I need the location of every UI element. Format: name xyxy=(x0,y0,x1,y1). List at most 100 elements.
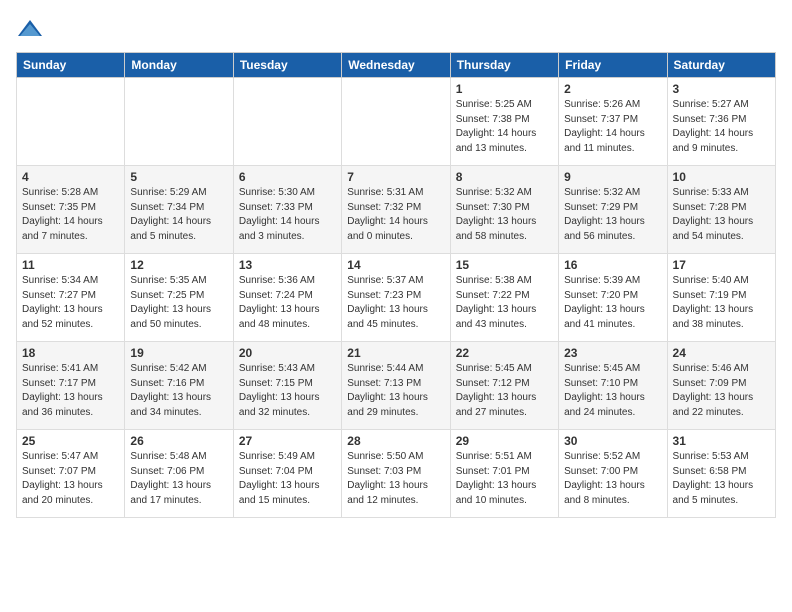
cell-info: Sunrise: 5:39 AM Sunset: 7:20 PM Dayligh… xyxy=(564,274,661,332)
day-number: 8 xyxy=(456,170,553,184)
day-number: 30 xyxy=(564,434,661,448)
weekday-header-saturday: Saturday xyxy=(667,53,775,78)
weekday-header-sunday: Sunday xyxy=(17,53,125,78)
cell-info: Sunrise: 5:26 AM Sunset: 7:37 PM Dayligh… xyxy=(564,98,661,156)
calendar-cell: 5 Sunrise: 5:29 AM Sunset: 7:34 PM Daylig… xyxy=(125,166,233,254)
day-number: 22 xyxy=(456,346,553,360)
cell-info: Sunrise: 5:46 AM Sunset: 7:09 PM Dayligh… xyxy=(673,362,770,420)
calendar-cell: 19 Sunrise: 5:42 AM Sunset: 7:16 PM Dayli… xyxy=(125,342,233,430)
day-number: 2 xyxy=(564,82,661,96)
day-number: 31 xyxy=(673,434,770,448)
calendar-cell: 27 Sunrise: 5:49 AM Sunset: 7:04 PM Dayli… xyxy=(233,430,341,518)
calendar-cell: 30 Sunrise: 5:52 AM Sunset: 7:00 PM Dayli… xyxy=(559,430,667,518)
calendar-cell: 7 Sunrise: 5:31 AM Sunset: 7:32 PM Daylig… xyxy=(342,166,450,254)
day-number: 18 xyxy=(22,346,119,360)
day-number: 13 xyxy=(239,258,336,272)
day-number: 7 xyxy=(347,170,444,184)
day-number: 28 xyxy=(347,434,444,448)
cell-info: Sunrise: 5:52 AM Sunset: 7:00 PM Dayligh… xyxy=(564,450,661,508)
weekday-header-friday: Friday xyxy=(559,53,667,78)
cell-info: Sunrise: 5:32 AM Sunset: 7:29 PM Dayligh… xyxy=(564,186,661,244)
cell-info: Sunrise: 5:30 AM Sunset: 7:33 PM Dayligh… xyxy=(239,186,336,244)
cell-info: Sunrise: 5:38 AM Sunset: 7:22 PM Dayligh… xyxy=(456,274,553,332)
calendar-cell xyxy=(342,78,450,166)
calendar-cell: 22Sunrise: 5:45 AM Sunset: 7:12 PM Dayli… xyxy=(450,342,558,430)
day-number: 9 xyxy=(564,170,661,184)
calendar-cell: 31 Sunrise: 5:53 AM Sunset: 6:58 PM Dayli… xyxy=(667,430,775,518)
calendar-cell: 18Sunrise: 5:41 AM Sunset: 7:17 PM Dayli… xyxy=(17,342,125,430)
cell-info: Sunrise: 5:32 AM Sunset: 7:30 PM Dayligh… xyxy=(456,186,553,244)
day-number: 1 xyxy=(456,82,553,96)
logo-icon xyxy=(16,16,44,44)
day-number: 5 xyxy=(130,170,227,184)
cell-info: Sunrise: 5:28 AM Sunset: 7:35 PM Dayligh… xyxy=(22,186,119,244)
cell-info: Sunrise: 5:35 AM Sunset: 7:25 PM Dayligh… xyxy=(130,274,227,332)
calendar-cell: 10 Sunrise: 5:33 AM Sunset: 7:28 PM Dayli… xyxy=(667,166,775,254)
calendar-cell xyxy=(233,78,341,166)
cell-info: Sunrise: 5:48 AM Sunset: 7:06 PM Dayligh… xyxy=(130,450,227,508)
cell-info: Sunrise: 5:36 AM Sunset: 7:24 PM Dayligh… xyxy=(239,274,336,332)
page-header xyxy=(16,16,776,44)
calendar-cell: 6 Sunrise: 5:30 AM Sunset: 7:33 PM Daylig… xyxy=(233,166,341,254)
calendar-cell: 20 Sunrise: 5:43 AM Sunset: 7:15 PM Dayli… xyxy=(233,342,341,430)
calendar-week-5: 25 Sunrise: 5:47 AM Sunset: 7:07 PM Dayli… xyxy=(17,430,776,518)
calendar-cell: 12Sunrise: 5:35 AM Sunset: 7:25 PM Dayli… xyxy=(125,254,233,342)
cell-info: Sunrise: 5:27 AM Sunset: 7:36 PM Dayligh… xyxy=(673,98,770,156)
logo xyxy=(16,16,48,44)
calendar-cell: 2 Sunrise: 5:26 AM Sunset: 7:37 PM Daylig… xyxy=(559,78,667,166)
weekday-header-row: SundayMondayTuesdayWednesdayThursdayFrid… xyxy=(17,53,776,78)
cell-info: Sunrise: 5:33 AM Sunset: 7:28 PM Dayligh… xyxy=(673,186,770,244)
day-number: 14 xyxy=(347,258,444,272)
calendar-cell: 16Sunrise: 5:39 AM Sunset: 7:20 PM Dayli… xyxy=(559,254,667,342)
calendar-week-1: 1 Sunrise: 5:25 AM Sunset: 7:38 PM Daylig… xyxy=(17,78,776,166)
calendar-cell: 26 Sunrise: 5:48 AM Sunset: 7:06 PM Dayli… xyxy=(125,430,233,518)
cell-info: Sunrise: 5:43 AM Sunset: 7:15 PM Dayligh… xyxy=(239,362,336,420)
day-number: 29 xyxy=(456,434,553,448)
weekday-header-monday: Monday xyxy=(125,53,233,78)
calendar-cell xyxy=(125,78,233,166)
calendar-cell: 13 Sunrise: 5:36 AM Sunset: 7:24 PM Dayli… xyxy=(233,254,341,342)
cell-info: Sunrise: 5:29 AM Sunset: 7:34 PM Dayligh… xyxy=(130,186,227,244)
calendar-cell: 28Sunrise: 5:50 AM Sunset: 7:03 PM Dayli… xyxy=(342,430,450,518)
cell-info: Sunrise: 5:51 AM Sunset: 7:01 PM Dayligh… xyxy=(456,450,553,508)
calendar-cell: 25 Sunrise: 5:47 AM Sunset: 7:07 PM Dayli… xyxy=(17,430,125,518)
calendar-cell: 17Sunrise: 5:40 AM Sunset: 7:19 PM Dayli… xyxy=(667,254,775,342)
day-number: 6 xyxy=(239,170,336,184)
calendar-cell xyxy=(17,78,125,166)
cell-info: Sunrise: 5:31 AM Sunset: 7:32 PM Dayligh… xyxy=(347,186,444,244)
calendar-week-3: 11Sunrise: 5:34 AM Sunset: 7:27 PM Dayli… xyxy=(17,254,776,342)
calendar-cell: 29 Sunrise: 5:51 AM Sunset: 7:01 PM Dayli… xyxy=(450,430,558,518)
day-number: 19 xyxy=(130,346,227,360)
day-number: 10 xyxy=(673,170,770,184)
calendar-cell: 11Sunrise: 5:34 AM Sunset: 7:27 PM Dayli… xyxy=(17,254,125,342)
calendar-table: SundayMondayTuesdayWednesdayThursdayFrid… xyxy=(16,52,776,518)
day-number: 11 xyxy=(22,258,119,272)
weekday-header-wednesday: Wednesday xyxy=(342,53,450,78)
cell-info: Sunrise: 5:49 AM Sunset: 7:04 PM Dayligh… xyxy=(239,450,336,508)
cell-info: Sunrise: 5:53 AM Sunset: 6:58 PM Dayligh… xyxy=(673,450,770,508)
cell-info: Sunrise: 5:37 AM Sunset: 7:23 PM Dayligh… xyxy=(347,274,444,332)
day-number: 27 xyxy=(239,434,336,448)
calendar-cell: 21 Sunrise: 5:44 AM Sunset: 7:13 PM Dayli… xyxy=(342,342,450,430)
calendar-week-4: 18Sunrise: 5:41 AM Sunset: 7:17 PM Dayli… xyxy=(17,342,776,430)
day-number: 25 xyxy=(22,434,119,448)
day-number: 21 xyxy=(347,346,444,360)
day-number: 15 xyxy=(456,258,553,272)
day-number: 23 xyxy=(564,346,661,360)
calendar-cell: 4 Sunrise: 5:28 AM Sunset: 7:35 PM Daylig… xyxy=(17,166,125,254)
cell-info: Sunrise: 5:47 AM Sunset: 7:07 PM Dayligh… xyxy=(22,450,119,508)
calendar-cell: 15 Sunrise: 5:38 AM Sunset: 7:22 PM Dayli… xyxy=(450,254,558,342)
day-number: 3 xyxy=(673,82,770,96)
cell-info: Sunrise: 5:44 AM Sunset: 7:13 PM Dayligh… xyxy=(347,362,444,420)
day-number: 20 xyxy=(239,346,336,360)
calendar-cell: 3 Sunrise: 5:27 AM Sunset: 7:36 PM Daylig… xyxy=(667,78,775,166)
cell-info: Sunrise: 5:40 AM Sunset: 7:19 PM Dayligh… xyxy=(673,274,770,332)
day-number: 4 xyxy=(22,170,119,184)
calendar-cell: 23Sunrise: 5:45 AM Sunset: 7:10 PM Dayli… xyxy=(559,342,667,430)
day-number: 26 xyxy=(130,434,227,448)
cell-info: Sunrise: 5:25 AM Sunset: 7:38 PM Dayligh… xyxy=(456,98,553,156)
calendar-cell: 24Sunrise: 5:46 AM Sunset: 7:09 PM Dayli… xyxy=(667,342,775,430)
cell-info: Sunrise: 5:42 AM Sunset: 7:16 PM Dayligh… xyxy=(130,362,227,420)
calendar-cell: 9 Sunrise: 5:32 AM Sunset: 7:29 PM Daylig… xyxy=(559,166,667,254)
weekday-header-tuesday: Tuesday xyxy=(233,53,341,78)
